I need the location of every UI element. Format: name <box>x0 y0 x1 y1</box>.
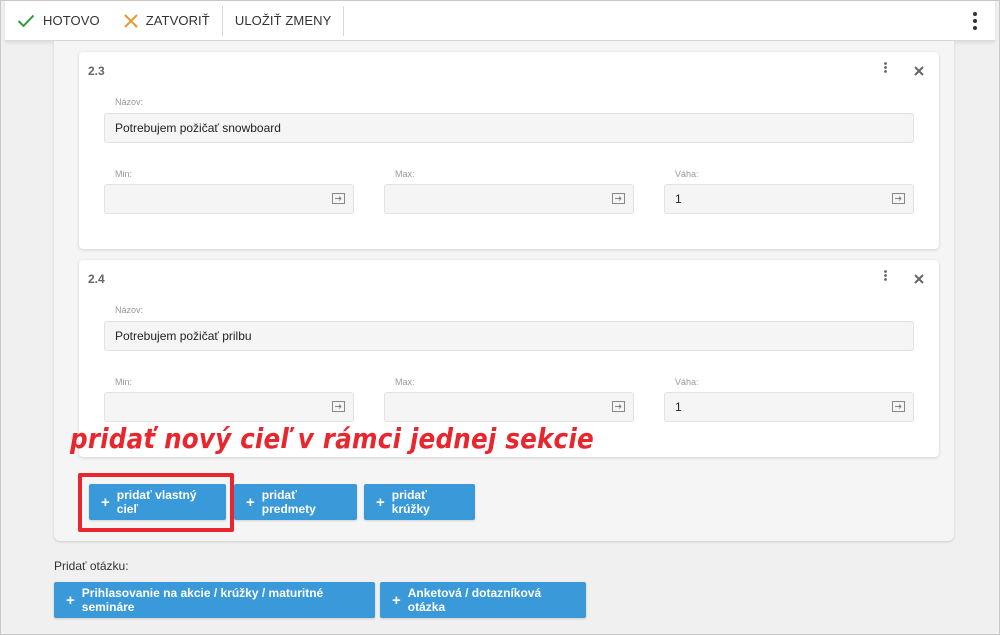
min-field[interactable] <box>104 184 354 214</box>
add-question-label: Pridať otázku: <box>54 559 129 573</box>
registration-button-label: Prihlasovanie na akcie / krúžky / maturi… <box>81 586 324 614</box>
goal-card: 2.3 Názov: Potrebujem požičať snowboard … <box>79 52 939 249</box>
plus-icon: + <box>392 591 401 609</box>
max-label: Max: <box>395 377 415 387</box>
kebab-menu-icon <box>973 11 977 30</box>
save-label: ULOŽIŤ ZMENY <box>234 13 332 28</box>
add-survey-question-button[interactable]: + Anketová / dotazníková otázka <box>380 582 586 618</box>
weight-label: Váha: <box>675 377 699 387</box>
close-icon <box>914 66 924 76</box>
goal-menu-button[interactable] <box>879 62 891 76</box>
goal-remove-button[interactable] <box>914 63 926 76</box>
checkmark-icon <box>17 14 35 27</box>
done-button[interactable]: HOTOVO <box>5 1 112 40</box>
add-subjects-button[interactable]: + pridať predmety <box>234 484 357 520</box>
weight-field[interactable]: 1 <box>664 392 914 422</box>
weight-label: Váha: <box>675 169 699 179</box>
toolbar-divider <box>343 5 345 36</box>
survey-button-label: Anketová / dotazníková otázka <box>407 586 542 614</box>
save-changes-button[interactable]: ULOŽIŤ ZMENY <box>223 1 344 40</box>
max-field[interactable] <box>384 392 634 422</box>
max-field[interactable] <box>384 184 634 214</box>
name-field[interactable]: Potrebujem požičať snowboard <box>104 113 914 143</box>
max-label: Max: <box>395 169 415 179</box>
kebab-menu-icon <box>883 62 887 73</box>
goal-remove-button[interactable] <box>914 271 926 284</box>
close-button[interactable]: ZATVORIŤ <box>112 1 222 40</box>
goal-menu-button[interactable] <box>879 270 891 284</box>
highlight-annotation-box <box>78 473 234 532</box>
weight-value: 1 <box>675 400 682 414</box>
input-enter-icon <box>332 193 345 204</box>
plus-icon: + <box>66 591 75 609</box>
name-label: Názov: <box>115 305 144 315</box>
input-enter-icon <box>892 401 905 412</box>
input-enter-icon <box>612 401 625 412</box>
close-icon <box>914 274 924 284</box>
goal-number: 2.4 <box>88 272 105 286</box>
plus-icon: + <box>246 493 255 511</box>
add-clubs-button[interactable]: + pridať krúžky <box>364 484 475 520</box>
goal-number: 2.3 <box>88 64 105 78</box>
plus-icon: + <box>376 493 385 511</box>
weight-field[interactable]: 1 <box>664 184 914 214</box>
weight-value: 1 <box>675 192 682 206</box>
done-label: HOTOVO <box>43 13 100 28</box>
add-registration-question-button[interactable]: + Prihlasovanie na akcie / krúžky / matu… <box>54 582 375 618</box>
annotation-text: pridať nový cieľ v rámci jednej sekcie <box>70 422 594 455</box>
input-enter-icon <box>332 401 345 412</box>
min-label: Min: <box>115 377 133 387</box>
add-clubs-label: pridať krúžky <box>391 488 430 516</box>
add-subjects-label: pridať predmety <box>261 488 316 516</box>
input-enter-icon <box>892 193 905 204</box>
close-label: ZATVORIŤ <box>145 13 210 28</box>
toolbar: HOTOVO ZATVORIŤ ULOŽIŤ ZMENY <box>5 1 995 41</box>
input-enter-icon <box>612 193 625 204</box>
min-label: Min: <box>115 169 133 179</box>
name-label: Názov: <box>115 97 144 107</box>
kebab-menu-icon <box>883 270 887 281</box>
min-field[interactable] <box>104 392 354 422</box>
x-icon <box>123 13 138 28</box>
kebab-menu-button[interactable] <box>955 1 995 40</box>
name-field[interactable]: Potrebujem požičať prilbu <box>104 321 914 351</box>
